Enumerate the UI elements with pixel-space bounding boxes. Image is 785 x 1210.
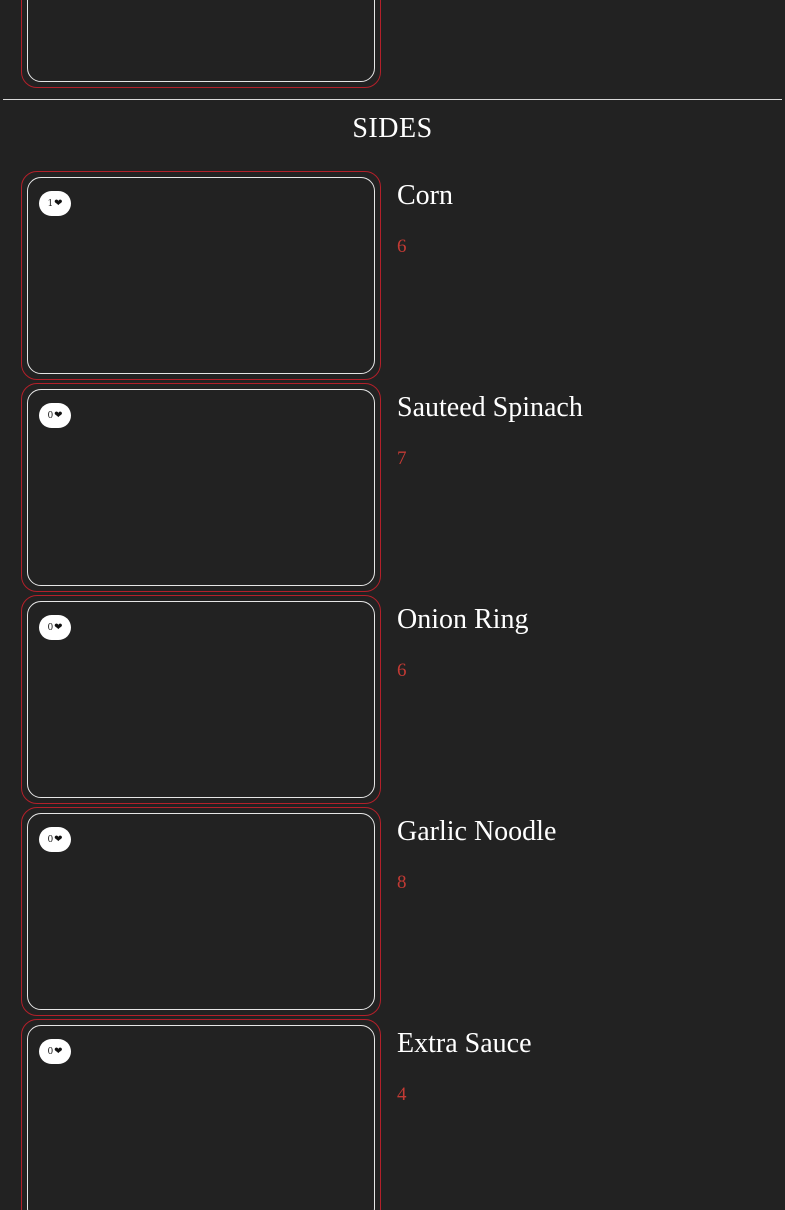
heart-icon: ❤: [54, 409, 63, 421]
item-image-frame: 0 ❤: [27, 813, 375, 1010]
section-title: SIDES: [352, 113, 433, 144]
like-count: 0: [47, 622, 54, 633]
like-count: 1: [47, 198, 54, 209]
like-button[interactable]: 1 ❤: [39, 191, 71, 216]
like-button[interactable]: 0 ❤: [39, 827, 71, 852]
item-price: 4: [397, 1084, 407, 1105]
heart-icon: ❤: [54, 1045, 63, 1057]
item-image-frame: 0 ❤: [27, 1025, 375, 1210]
item-name: Corn: [397, 180, 453, 211]
item-price: 6: [397, 236, 407, 257]
item-price: 6: [397, 660, 407, 681]
previous-item-image-card[interactable]: [21, 0, 381, 88]
like-count: 0: [47, 410, 54, 421]
item-image-card[interactable]: 0 ❤: [21, 383, 381, 592]
item-image-card[interactable]: 0 ❤: [21, 807, 381, 1016]
like-button[interactable]: 0 ❤: [39, 1039, 71, 1064]
menu-page: SIDES 1 ❤ Corn 6 0 ❤ Sauteed Spinach 7 0 ❤ …: [0, 0, 785, 1210]
item-image-card[interactable]: 0 ❤: [21, 1019, 381, 1210]
heart-icon: ❤: [54, 197, 63, 209]
item-image-frame: 1 ❤: [27, 177, 375, 374]
item-name: Sauteed Spinach: [397, 392, 583, 423]
item-image-frame: [27, 0, 375, 82]
like-count: 0: [47, 834, 54, 845]
item-image-frame: 0 ❤: [27, 601, 375, 798]
like-button[interactable]: 0 ❤: [39, 403, 71, 428]
item-image-card[interactable]: 1 ❤: [21, 171, 381, 380]
item-price: 7: [397, 448, 407, 469]
heart-icon: ❤: [54, 833, 63, 845]
like-button[interactable]: 0 ❤: [39, 615, 71, 640]
section-divider: [3, 99, 782, 100]
item-name: Extra Sauce: [397, 1028, 532, 1059]
like-count: 0: [47, 1046, 54, 1057]
heart-icon: ❤: [54, 621, 63, 633]
item-image-card[interactable]: 0 ❤: [21, 595, 381, 804]
item-name: Onion Ring: [397, 604, 529, 635]
item-image-frame: 0 ❤: [27, 389, 375, 586]
item-name: Garlic Noodle: [397, 816, 557, 847]
item-price: 8: [397, 872, 407, 893]
